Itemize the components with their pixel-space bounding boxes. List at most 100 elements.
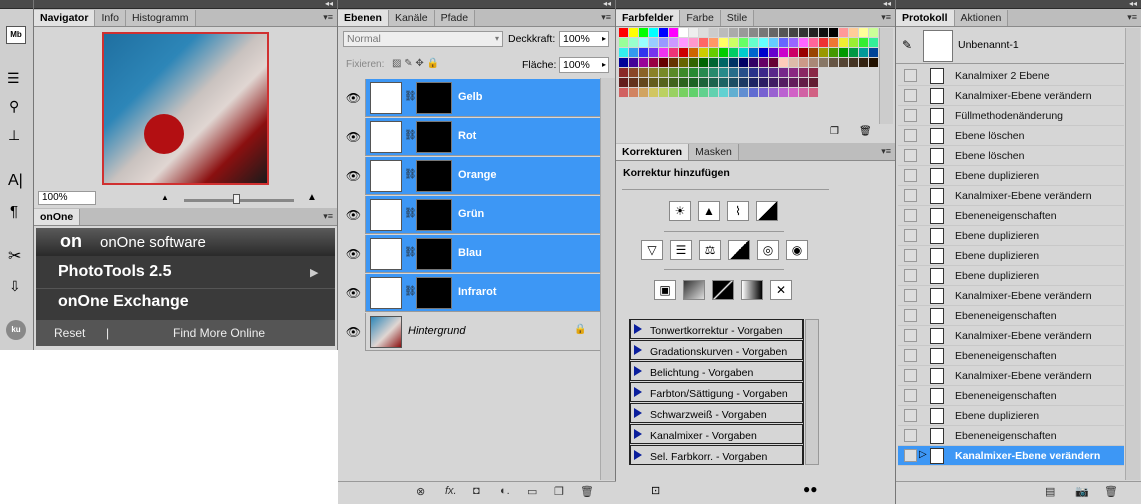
history-item[interactable]: Ebene duplizieren [898, 226, 1124, 246]
color-swatch[interactable] [839, 28, 848, 37]
source-checkbox[interactable] [904, 349, 917, 362]
layer-row[interactable]: 👁 ⛓ Gelb [342, 79, 600, 117]
color-swatch[interactable] [649, 48, 658, 57]
color-swatch[interactable] [689, 88, 698, 97]
eye-icon[interactable]: 👁 [342, 118, 366, 156]
color-swatch[interactable] [769, 58, 778, 67]
brush-settings-icon[interactable]: ⚲ [9, 98, 19, 115]
color-swatch[interactable] [719, 68, 728, 77]
color-swatch[interactable] [739, 48, 748, 57]
color-swatch[interactable] [719, 28, 728, 37]
color-swatch[interactable] [679, 88, 688, 97]
color-swatch[interactable] [759, 58, 768, 67]
color-swatch[interactable] [859, 48, 868, 57]
color-swatch[interactable] [829, 38, 838, 47]
color-swatch[interactable] [749, 58, 758, 67]
color-swatch[interactable] [619, 58, 628, 67]
color-swatch[interactable] [659, 68, 668, 77]
color-swatch[interactable] [809, 68, 818, 77]
snapshot-row[interactable]: ✎ Unbenannt-1 [896, 28, 1124, 64]
color-swatch[interactable] [809, 38, 818, 47]
curves-icon[interactable]: ⌇ [727, 201, 749, 221]
color-swatch[interactable] [759, 48, 768, 57]
grid-icon[interactable]: ⊡ [651, 484, 660, 497]
color-swatch[interactable] [679, 58, 688, 67]
color-swatch[interactable] [789, 28, 798, 37]
color-swatch[interactable] [739, 88, 748, 97]
color-swatch[interactable] [789, 38, 798, 47]
layer-name[interactable]: Rot [458, 130, 476, 142]
color-swatch[interactable] [789, 68, 798, 77]
trash-icon[interactable]: 🗑 [859, 126, 872, 137]
collapse-icon[interactable]: ◂◂ [883, 0, 891, 8]
color-swatch[interactable] [759, 78, 768, 87]
link-icon[interactable]: ⊗ [416, 485, 425, 498]
blend-mode-select[interactable]: Normal ▾ [343, 31, 503, 47]
sliders-icon[interactable]: ☰ [7, 70, 20, 87]
expand-triangle-icon[interactable] [634, 345, 642, 355]
history-item[interactable]: Ebeneneigenschaften [898, 426, 1124, 446]
color-swatch[interactable] [829, 48, 838, 57]
color-swatch[interactable] [669, 68, 678, 77]
color-swatch[interactable] [869, 58, 878, 67]
tab-farbfelder[interactable]: Farbfelder [616, 10, 681, 26]
history-item[interactable]: Ebeneneigenschaften [898, 306, 1124, 326]
source-checkbox[interactable] [904, 149, 917, 162]
color-swatch[interactable] [789, 78, 798, 87]
chain-icon[interactable]: ⛓ [404, 208, 417, 219]
color-swatch[interactable] [829, 58, 838, 67]
mb-icon[interactable]: Mb [6, 26, 26, 44]
color-swatch[interactable] [659, 78, 668, 87]
color-swatch[interactable] [689, 68, 698, 77]
color-swatch[interactable] [699, 68, 708, 77]
tab-navigator[interactable]: Navigator [34, 10, 96, 26]
color-swatch[interactable] [749, 78, 758, 87]
source-checkbox[interactable] [904, 289, 917, 302]
trash-icon[interactable]: 🗑 [1104, 485, 1118, 498]
color-swatch[interactable] [689, 28, 698, 37]
color-swatch[interactable] [859, 28, 868, 37]
source-checkbox[interactable] [904, 449, 917, 462]
history-item[interactable]: Ebeneneigenschaften [898, 386, 1124, 406]
color-swatch[interactable] [779, 78, 788, 87]
reset-link[interactable]: Reset [54, 326, 85, 340]
color-swatch[interactable] [759, 88, 768, 97]
color-swatch[interactable] [799, 48, 808, 57]
color-swatch[interactable] [749, 68, 758, 77]
history-item[interactable]: Kanalmixer-Ebene verändern [898, 326, 1124, 346]
color-swatch[interactable] [799, 78, 808, 87]
new-document-icon[interactable]: ▤ [1045, 485, 1055, 498]
color-swatch[interactable] [769, 48, 778, 57]
eye-icon[interactable]: 👁 [342, 235, 366, 273]
color-swatch[interactable] [769, 68, 778, 77]
color-swatch[interactable] [639, 48, 648, 57]
color-swatch[interactable] [869, 28, 878, 37]
folder-icon[interactable]: ▭ [527, 485, 537, 498]
new-swatch-icon[interactable]: ❐ [830, 126, 839, 137]
color-swatch[interactable] [669, 28, 678, 37]
history-item[interactable]: Ebeneneigenschaften [898, 206, 1124, 226]
color-swatch[interactable] [719, 78, 728, 87]
color-swatch[interactable] [729, 58, 738, 67]
color-swatch[interactable] [779, 38, 788, 47]
preset-item[interactable]: Belichtung - Vorgaben [630, 361, 803, 381]
color-swatch[interactable] [699, 28, 708, 37]
color-swatch[interactable] [739, 68, 748, 77]
tab-aktionen[interactable]: Aktionen [954, 10, 1009, 26]
layer-mask-thumb[interactable] [416, 82, 452, 114]
panel-menu-icon[interactable]: ▾≡ [601, 12, 611, 23]
history-item[interactable]: Kanalmixer-Ebene verändern [898, 286, 1124, 306]
exposure-icon[interactable] [756, 201, 778, 221]
onone-exchange-label[interactable]: onOne Exchange [58, 293, 189, 311]
history-item[interactable]: Füllmethodenänderung [898, 106, 1124, 126]
trash-icon[interactable]: 🗑 [580, 485, 594, 498]
layer-name[interactable]: Hintergrund [408, 325, 465, 337]
color-swatch[interactable] [699, 48, 708, 57]
color-swatch[interactable] [839, 38, 848, 47]
layer-row[interactable]: 👁 ⛓ Rot [342, 118, 600, 156]
layer-name[interactable]: Orange [458, 169, 497, 181]
color-swatch[interactable] [869, 38, 878, 47]
color-swatch[interactable] [639, 58, 648, 67]
channel-circles-icon[interactable]: ●● [803, 482, 818, 496]
color-swatch[interactable] [799, 68, 808, 77]
